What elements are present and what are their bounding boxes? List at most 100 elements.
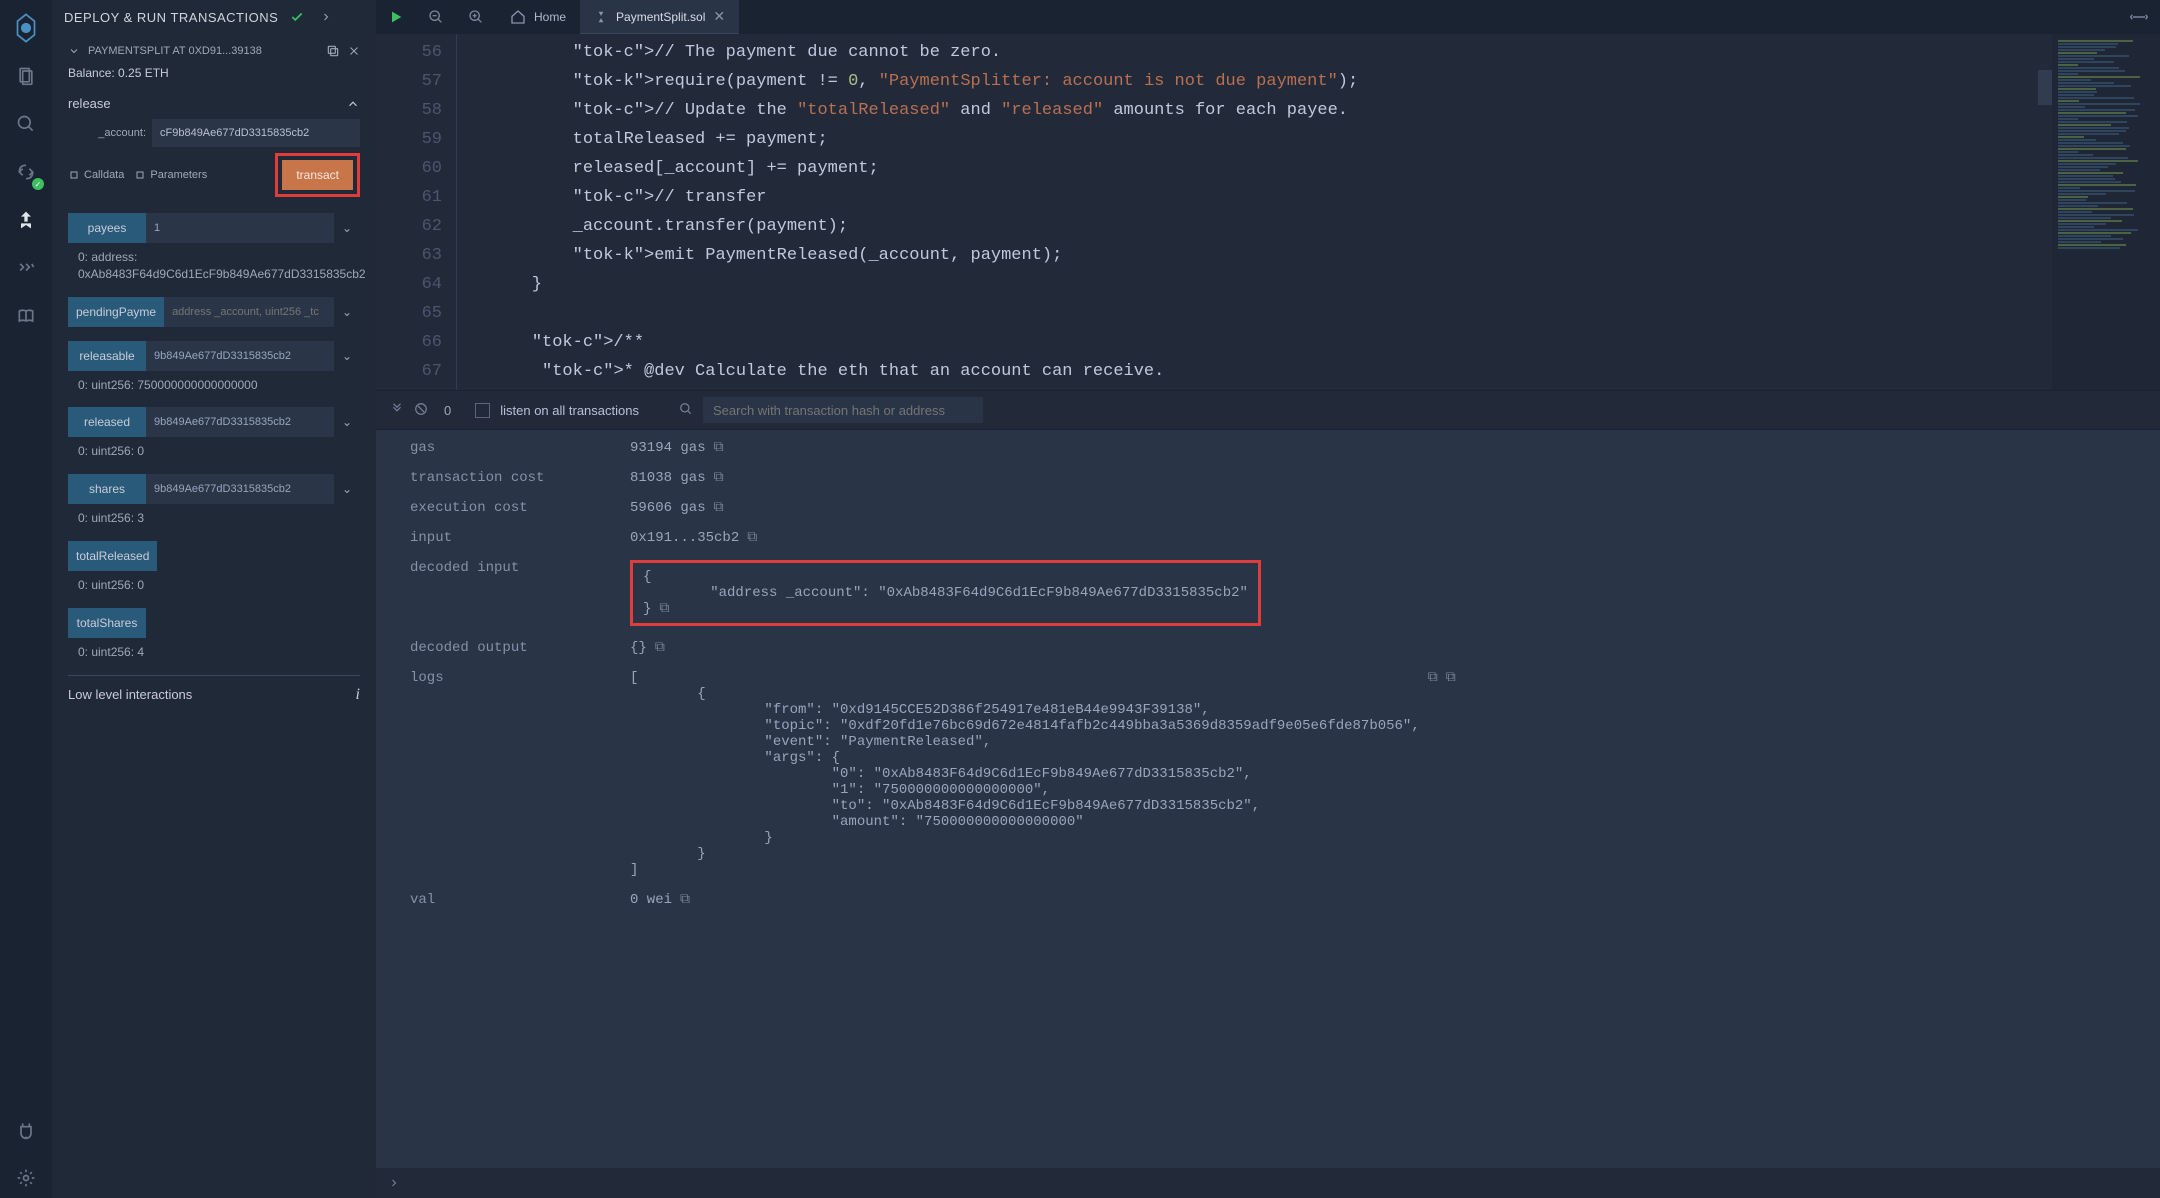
execcost-val: 59606 gas bbox=[630, 500, 706, 516]
input-val: 0x191...35cb2 bbox=[630, 530, 739, 546]
listen-label: listen on all transactions bbox=[500, 403, 639, 418]
txcost-key: transaction cost bbox=[410, 470, 630, 486]
account-input[interactable] bbox=[152, 119, 360, 147]
copy-icon[interactable]: ⧉ bbox=[714, 500, 724, 516]
settings-icon[interactable] bbox=[6, 1158, 46, 1198]
tab-home[interactable]: Home bbox=[496, 0, 580, 34]
main-area: Home PaymentSplit.sol ✕ 5657585960616263… bbox=[376, 0, 2160, 1198]
copy-icon[interactable]: ⧉ bbox=[747, 530, 757, 546]
play-icon[interactable] bbox=[376, 0, 416, 34]
releasable-button[interactable]: releasable bbox=[68, 341, 146, 371]
decodedinput-key: decoded input bbox=[410, 560, 630, 576]
chevron-down-icon[interactable]: ⌄ bbox=[334, 407, 360, 437]
decodedoutput-val: {} bbox=[630, 640, 647, 656]
info-icon[interactable]: i bbox=[356, 686, 360, 704]
txcost-val: 81038 gas bbox=[630, 470, 706, 486]
code-content[interactable]: "tok-c">// The payment due cannot be zer… bbox=[456, 34, 2052, 390]
shares-input[interactable] bbox=[146, 474, 334, 504]
chevron-down-icon[interactable]: ⌄ bbox=[334, 297, 360, 327]
decodedinput-val: { "address _account": "0xAb8483F64d9C6d1… bbox=[643, 569, 1248, 617]
tab-close-icon[interactable]: ✕ bbox=[713, 8, 725, 25]
payees-button[interactable]: payees bbox=[68, 213, 146, 243]
shares-button[interactable]: shares bbox=[68, 474, 146, 504]
execcost-key: execution cost bbox=[410, 500, 630, 516]
terminal-output[interactable]: gas93194 gas ⧉ transaction cost81038 gas ⧉… bbox=[376, 430, 2160, 1168]
plugin-icon[interactable] bbox=[6, 1110, 46, 1150]
gas-val: 93194 gas bbox=[630, 440, 706, 456]
zoom-out-icon[interactable] bbox=[416, 0, 456, 34]
logs-val: [ { "from": "0xd9145CCE52D386f254917e481… bbox=[630, 670, 1420, 878]
compiler-icon[interactable]: ✓ bbox=[6, 152, 46, 192]
clear-icon[interactable] bbox=[414, 402, 428, 419]
account-label: _account: bbox=[68, 127, 146, 139]
decodedinput-highlight: { "address _account": "0xAb8483F64d9C6d1… bbox=[630, 560, 1261, 626]
copy-icon[interactable]: ⧉ bbox=[680, 892, 690, 908]
remix-logo bbox=[6, 8, 46, 48]
low-level-label: Low level interactions bbox=[68, 687, 192, 702]
expand-icon[interactable] bbox=[2130, 11, 2148, 23]
chevron-down-icon[interactable] bbox=[68, 45, 80, 57]
zoom-in-icon[interactable] bbox=[456, 0, 496, 34]
chevron-down-icon[interactable]: ⌄ bbox=[334, 213, 360, 243]
terminal-toolbar: 0 listen on all transactions bbox=[376, 390, 2160, 430]
val-key: val bbox=[410, 892, 630, 908]
tx-search-input[interactable] bbox=[703, 397, 983, 423]
copy-icon[interactable]: ⧉ bbox=[714, 440, 724, 456]
scrollbar[interactable] bbox=[2038, 70, 2052, 106]
val-val: 0 wei bbox=[630, 892, 672, 908]
copy-icon[interactable]: ⧉ bbox=[655, 640, 665, 656]
search-icon[interactable] bbox=[6, 104, 46, 144]
minimap[interactable] bbox=[2052, 34, 2160, 390]
file-explorer-icon[interactable] bbox=[6, 56, 46, 96]
tx-count: 0 bbox=[444, 403, 451, 418]
pendingpayment-input[interactable] bbox=[164, 297, 334, 327]
chevron-right-icon[interactable] bbox=[320, 11, 332, 23]
calldata-button[interactable]: Calldata bbox=[68, 169, 124, 181]
payees-input[interactable] bbox=[146, 213, 334, 243]
panel-header: DEPLOY & RUN TRANSACTIONS bbox=[52, 0, 376, 34]
debugger-icon[interactable] bbox=[6, 248, 46, 288]
gas-key: gas bbox=[410, 440, 630, 456]
transact-button[interactable]: transact bbox=[282, 160, 353, 190]
listen-checkbox[interactable] bbox=[475, 403, 490, 418]
panel-title: DEPLOY & RUN TRANSACTIONS bbox=[64, 10, 278, 25]
released-input[interactable] bbox=[146, 407, 334, 437]
check-icon bbox=[290, 10, 304, 24]
shares-result: 0: uint256: 3 bbox=[78, 510, 360, 527]
input-key: input bbox=[410, 530, 630, 546]
topbar: Home PaymentSplit.sol ✕ bbox=[376, 0, 2160, 34]
chevron-right-icon bbox=[388, 1177, 400, 1189]
chevron-up-icon[interactable] bbox=[346, 97, 360, 111]
totalreleased-button[interactable]: totalReleased bbox=[68, 541, 157, 571]
releasable-input[interactable] bbox=[146, 341, 334, 371]
close-icon[interactable] bbox=[348, 45, 360, 57]
pendingpayment-button[interactable]: pendingPayme bbox=[68, 297, 164, 327]
totalshares-button[interactable]: totalShares bbox=[68, 608, 146, 638]
copy-icon[interactable]: ⧉ bbox=[1428, 670, 1438, 686]
copy-icon[interactable]: ⧉ bbox=[1446, 670, 1456, 686]
side-panel: DEPLOY & RUN TRANSACTIONS PAYMENTSPLIT A… bbox=[52, 0, 376, 1198]
logs-key: logs bbox=[410, 670, 630, 686]
transact-highlight: transact bbox=[275, 153, 360, 197]
balance-label: Balance: 0.25 ETH bbox=[68, 66, 360, 80]
payees-result: 0: address: 0xAb8483F64d9C6d1EcF9b849Ae6… bbox=[78, 249, 360, 283]
released-button[interactable]: released bbox=[68, 407, 146, 437]
terminal-prompt-bar[interactable] bbox=[376, 1168, 2160, 1198]
copy-icon[interactable]: ⧉ bbox=[714, 470, 724, 486]
deploy-icon[interactable] bbox=[6, 200, 46, 240]
tab-file[interactable]: PaymentSplit.sol ✕ bbox=[580, 0, 739, 34]
release-fn-label: release bbox=[68, 96, 111, 111]
search-icon[interactable] bbox=[679, 402, 693, 419]
parameters-button[interactable]: Parameters bbox=[134, 169, 207, 181]
copy-icon[interactable] bbox=[326, 44, 340, 58]
collapse-icon[interactable] bbox=[390, 402, 404, 419]
book-icon[interactable] bbox=[6, 296, 46, 336]
chevron-down-icon[interactable]: ⌄ bbox=[334, 474, 360, 504]
released-result: 0: uint256: 0 bbox=[78, 443, 360, 460]
copy-icon[interactable]: ⧉ bbox=[659, 601, 669, 617]
solidity-icon bbox=[594, 10, 608, 24]
chevron-down-icon[interactable]: ⌄ bbox=[334, 341, 360, 371]
iconbar: ✓ bbox=[0, 0, 52, 1198]
contract-instance: PAYMENTSPLIT AT 0XD91...39138 bbox=[68, 44, 360, 58]
code-editor[interactable]: 565758596061626364656667 "tok-c">// The … bbox=[376, 34, 2160, 390]
